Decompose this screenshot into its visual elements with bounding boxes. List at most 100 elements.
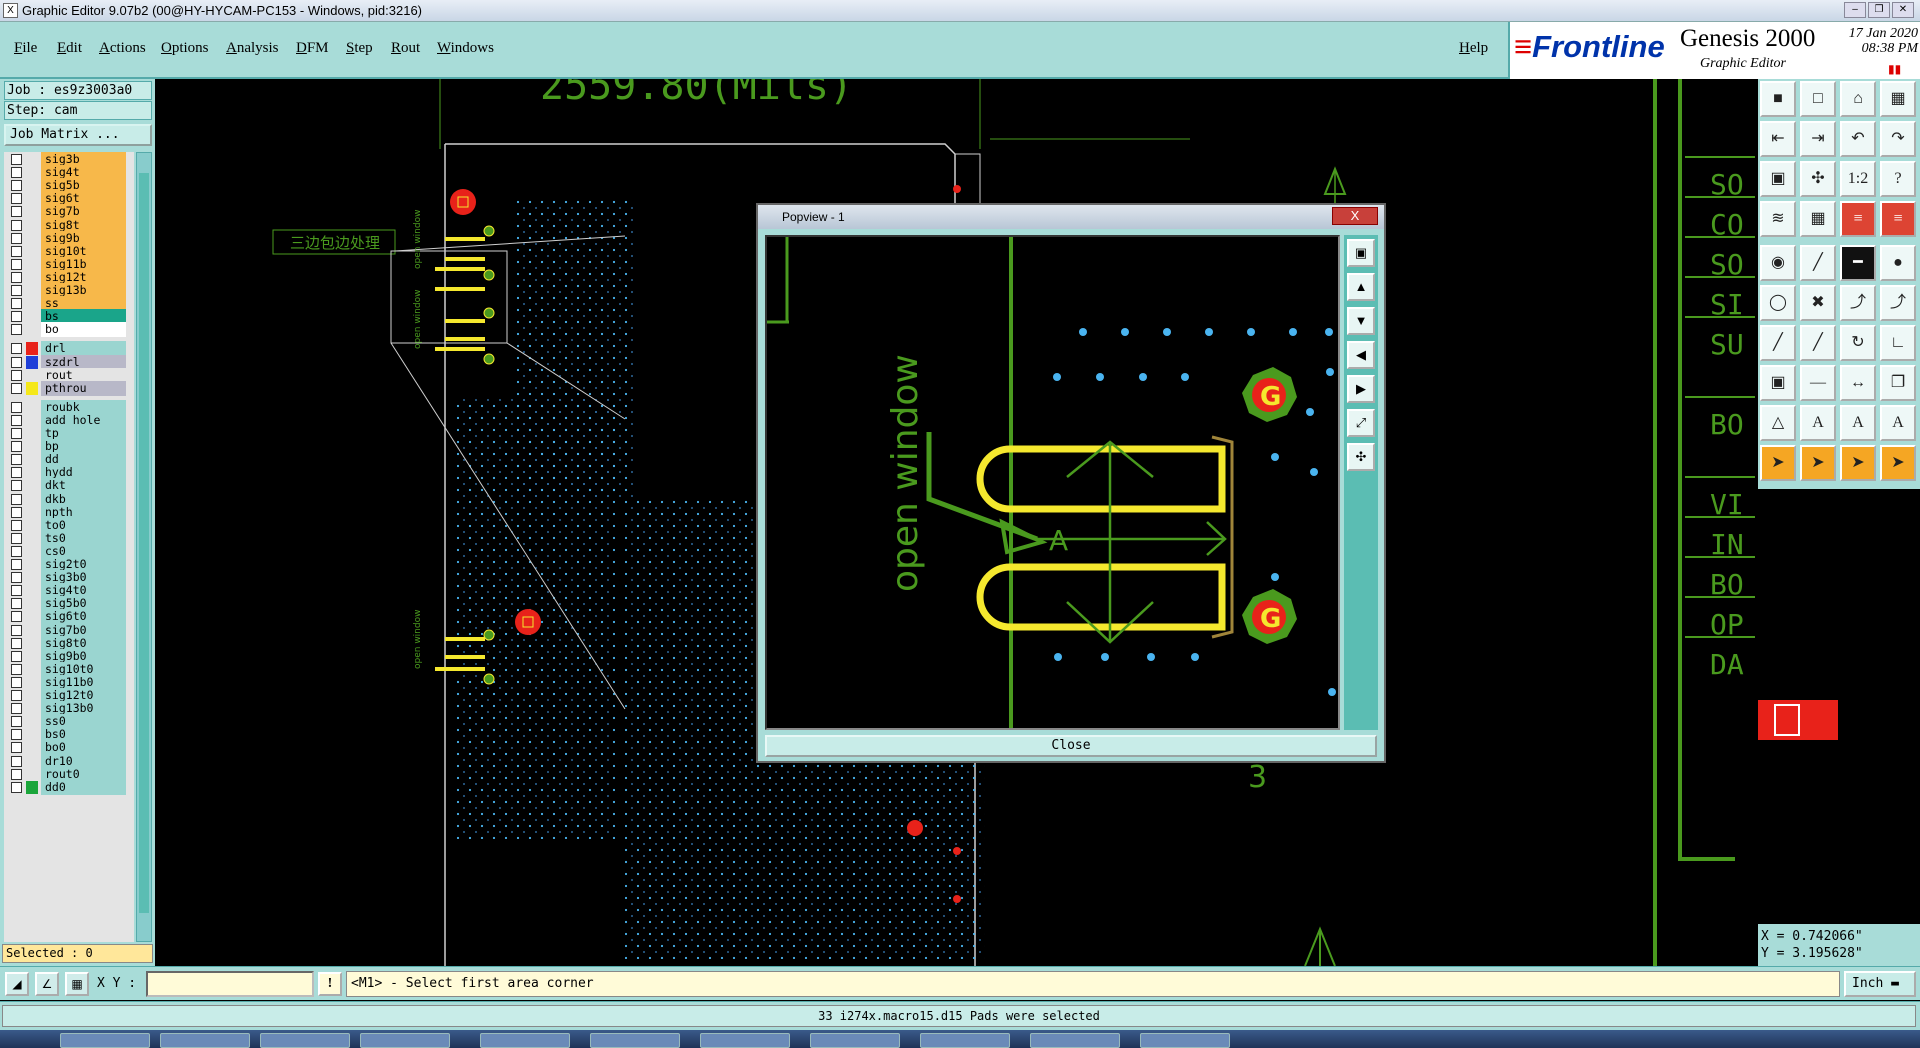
- select-icon[interactable]: ➤: [1760, 445, 1796, 481]
- move-icon[interactable]: ▣: [1760, 365, 1796, 401]
- layer-checkbox[interactable]: [11, 441, 22, 453]
- layer-checkbox[interactable]: [11, 454, 22, 466]
- scrollbar-thumb[interactable]: [139, 173, 149, 913]
- layer-checkbox[interactable]: [11, 637, 22, 649]
- grid-snap-icon[interactable]: ▦: [65, 972, 89, 996]
- layer-color-swatch[interactable]: [26, 355, 38, 369]
- menu-edit[interactable]: Edit: [57, 40, 82, 57]
- layer-checkbox[interactable]: [11, 232, 22, 244]
- zoom-in-icon[interactable]: ▲: [1347, 273, 1375, 301]
- zoom-fit-icon[interactable]: ▣: [1760, 161, 1796, 197]
- resize-icon[interactable]: ↔: [1840, 365, 1876, 401]
- pan-icon[interactable]: ✣: [1800, 161, 1836, 197]
- taskbar-item[interactable]: [60, 1033, 150, 1048]
- job-matrix-button[interactable]: Job Matrix ...: [4, 124, 152, 146]
- zoom-fit-icon[interactable]: ▣: [1347, 239, 1375, 267]
- redraw-icon[interactable]: ↷: [1880, 121, 1916, 157]
- layer-checkbox[interactable]: [11, 258, 22, 270]
- layer-checkbox[interactable]: [11, 245, 22, 257]
- layer-checkbox[interactable]: [11, 755, 22, 767]
- layer-checkbox[interactable]: [11, 650, 22, 662]
- layer-checkbox[interactable]: [11, 611, 22, 623]
- layer-checkbox[interactable]: [11, 311, 22, 323]
- home-icon[interactable]: ⌂: [1840, 81, 1876, 117]
- taskbar-item[interactable]: [590, 1033, 680, 1048]
- taskbar-item[interactable]: [1030, 1033, 1120, 1048]
- text-box-icon[interactable]: A: [1840, 405, 1876, 441]
- taskbar-item[interactable]: [700, 1033, 790, 1048]
- layer-checkbox[interactable]: [11, 532, 22, 544]
- snap-icon[interactable]: ◢: [5, 972, 29, 996]
- layer-checkbox[interactable]: [11, 572, 22, 584]
- taskbar-item[interactable]: [1140, 1033, 1230, 1048]
- next-view-icon[interactable]: ⇥: [1800, 121, 1836, 157]
- select-box-icon[interactable]: ➤: [1800, 445, 1836, 481]
- line-icon[interactable]: —: [1800, 365, 1836, 401]
- layer-checkbox[interactable]: [11, 154, 22, 165]
- layer-color-swatch[interactable]: [26, 381, 38, 395]
- layer-checkbox[interactable]: [11, 663, 22, 675]
- overview-view-frame[interactable]: [1774, 704, 1800, 736]
- layer-name[interactable]: bo: [41, 322, 126, 338]
- prev-view-icon[interactable]: ⇤: [1760, 121, 1796, 157]
- window-icon[interactable]: ▦: [1880, 81, 1916, 117]
- layer-name[interactable]: pthrou: [41, 380, 126, 396]
- connect-icon[interactable]: ◯: [1760, 285, 1796, 321]
- fillet-icon[interactable]: ∟: [1880, 325, 1916, 361]
- undo-view-icon[interactable]: ↶: [1840, 121, 1876, 157]
- pan-left-icon[interactable]: ◀: [1347, 341, 1375, 369]
- snap-angle-icon[interactable]: ∠: [35, 972, 59, 996]
- menu-file[interactable]: File: [14, 40, 37, 57]
- layer-checkbox[interactable]: [11, 768, 22, 780]
- select-chain-icon[interactable]: ➤: [1880, 445, 1916, 481]
- menu-help[interactable]: Help: [1459, 40, 1488, 57]
- ruler-icon[interactable]: ━: [1840, 245, 1876, 281]
- slash-icon[interactable]: ╱: [1760, 325, 1796, 361]
- open-icon[interactable]: ■: [1760, 81, 1796, 117]
- layer-row[interactable]: dd0: [4, 779, 134, 795]
- layer-checkbox[interactable]: [11, 382, 22, 394]
- help-icon[interactable]: ?: [1880, 161, 1916, 197]
- layer-checkbox[interactable]: [11, 271, 22, 283]
- menu-step[interactable]: Step: [346, 40, 373, 57]
- menu-rout[interactable]: Rout: [391, 40, 420, 57]
- text-icon[interactable]: A: [1800, 405, 1836, 441]
- layer-row[interactable]: pthrou: [4, 380, 134, 396]
- zoom-out-icon[interactable]: ▼: [1347, 307, 1375, 335]
- line-add-icon[interactable]: ╱: [1800, 245, 1836, 281]
- close-icon[interactable]: ✕: [1892, 2, 1914, 18]
- layer-checkbox[interactable]: [11, 493, 22, 505]
- popview-canvas[interactable]: open window A G G: [765, 235, 1340, 730]
- layer-list-scrollbar[interactable]: [136, 152, 152, 942]
- popview-close-x-button[interactable]: X: [1332, 207, 1378, 225]
- layers-icon[interactable]: ≡: [1840, 201, 1876, 237]
- layer-checkbox[interactable]: [11, 585, 22, 597]
- unit-selector[interactable]: Inch ▬: [1844, 971, 1916, 997]
- layer-checkbox[interactable]: [11, 285, 22, 296]
- layer-checkbox[interactable]: [11, 545, 22, 557]
- layer-checkbox[interactable]: [11, 559, 22, 570]
- layers-alt-icon[interactable]: ≡: [1880, 201, 1916, 237]
- grid-icon[interactable]: ▦: [1800, 201, 1836, 237]
- layer-checkbox[interactable]: [11, 519, 22, 531]
- zoom-home-icon[interactable]: ⤢: [1347, 409, 1375, 437]
- xy-input[interactable]: [146, 971, 314, 997]
- taskbar-item[interactable]: [480, 1033, 570, 1048]
- restore-icon[interactable]: ❐: [1868, 2, 1890, 18]
- taskbar-item[interactable]: [920, 1033, 1010, 1048]
- layer-checkbox[interactable]: [11, 180, 22, 192]
- layer-checkbox[interactable]: [11, 703, 22, 715]
- layer-checkbox[interactable]: [11, 716, 22, 728]
- menu-dfm[interactable]: DFM: [296, 40, 329, 57]
- layer-checkbox[interactable]: [11, 324, 22, 336]
- triangle-icon[interactable]: △: [1760, 405, 1796, 441]
- segment-alt-icon[interactable]: ⤴: [1880, 285, 1916, 321]
- save-icon[interactable]: □: [1800, 81, 1836, 117]
- select-net-icon[interactable]: ➤: [1840, 445, 1876, 481]
- layer-checkbox[interactable]: [11, 298, 22, 310]
- taskbar-item[interactable]: [160, 1033, 250, 1048]
- layer-color-swatch[interactable]: [26, 342, 38, 356]
- layer-checkbox[interactable]: [11, 506, 22, 518]
- cross-icon[interactable]: ✖: [1800, 285, 1836, 321]
- pan-right-icon[interactable]: ▶: [1347, 375, 1375, 403]
